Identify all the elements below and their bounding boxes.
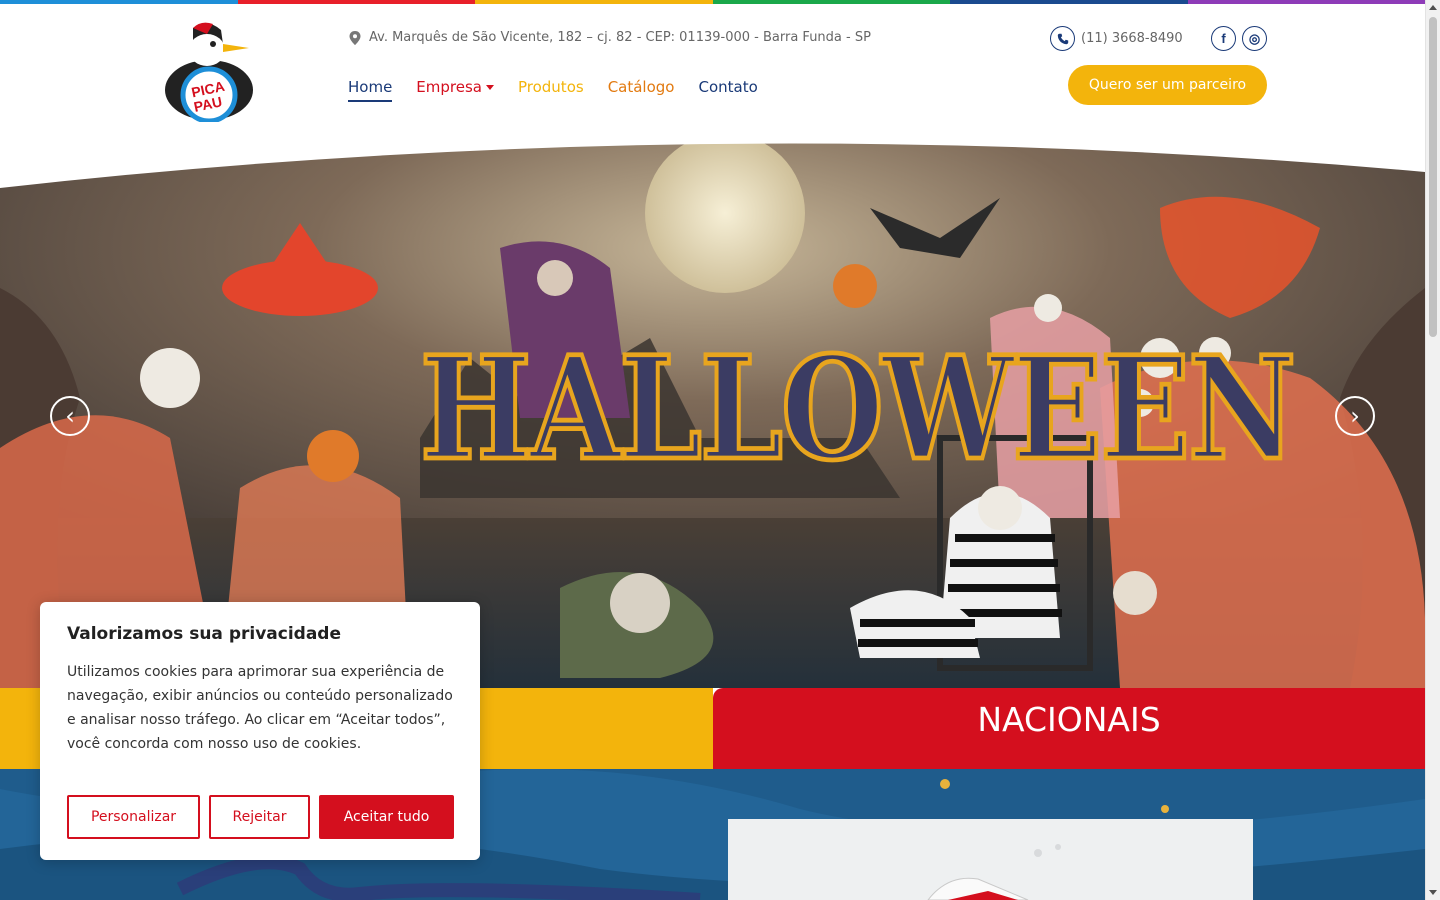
site-header: PICA PAU Av. Marquês de São Vicente, 182…	[0, 4, 1425, 140]
scroll-up-arrow-icon[interactable]	[1429, 5, 1437, 10]
page-scrollbar[interactable]	[1425, 0, 1440, 900]
phone-contact[interactable]: (11) 3668-8490	[1050, 26, 1183, 51]
cookie-customize-button[interactable]: Personalizar	[67, 795, 200, 839]
location-pin-icon	[349, 30, 361, 45]
cookie-accept-button[interactable]: Aceitar tudo	[319, 795, 454, 839]
scrollbar-thumb[interactable]	[1429, 17, 1437, 337]
cookie-reject-button[interactable]: Rejeitar	[209, 795, 310, 839]
chevron-right-icon: ›	[1350, 402, 1360, 430]
nav-produtos[interactable]: Produtos	[518, 78, 584, 102]
main-nav: Home Empresa Produtos Catálogo Contato	[348, 78, 758, 102]
nacionais-label: NACIONAIS	[977, 700, 1161, 739]
nacionais-section-bar[interactable]: NACIONAIS	[713, 688, 1425, 769]
phone-number: (11) 3668-8490	[1081, 31, 1183, 46]
pica-pau-logo[interactable]: PICA PAU	[163, 20, 255, 124]
store-photo	[728, 819, 1253, 900]
nav-home[interactable]: Home	[348, 78, 393, 102]
address-line: Av. Marquês de São Vicente, 182 – cj. 82…	[348, 30, 871, 45]
social-links: f ◎	[1211, 26, 1267, 51]
chevron-left-icon: ‹	[65, 402, 75, 430]
cookie-consent-dialog: Valorizamos sua privacidade Utilizamos c…	[40, 602, 480, 860]
hero-title: HALLOWEEN	[418, 324, 1298, 492]
partner-button[interactable]: Quero ser um parceiro	[1068, 65, 1267, 105]
address-text: Av. Marquês de São Vicente, 182 – cj. 82…	[369, 30, 871, 45]
facebook-icon[interactable]: f	[1211, 26, 1236, 51]
nav-contato[interactable]: Contato	[698, 78, 757, 102]
cookie-title: Valorizamos sua privacidade	[67, 624, 342, 644]
phone-icon	[1050, 26, 1075, 51]
cookie-description: Utilizamos cookies para aprimorar sua ex…	[67, 664, 453, 752]
carousel-next-button[interactable]: ›	[1335, 396, 1375, 436]
instagram-icon[interactable]: ◎	[1242, 26, 1267, 51]
nav-catalogo[interactable]: Catálogo	[608, 78, 675, 102]
scroll-down-arrow-icon[interactable]	[1429, 890, 1437, 895]
cookie-actions: Personalizar Rejeitar Aceitar tudo	[67, 795, 454, 839]
nav-empresa-dropdown[interactable]: Empresa	[416, 78, 494, 102]
carousel-prev-button[interactable]: ‹	[50, 396, 90, 436]
